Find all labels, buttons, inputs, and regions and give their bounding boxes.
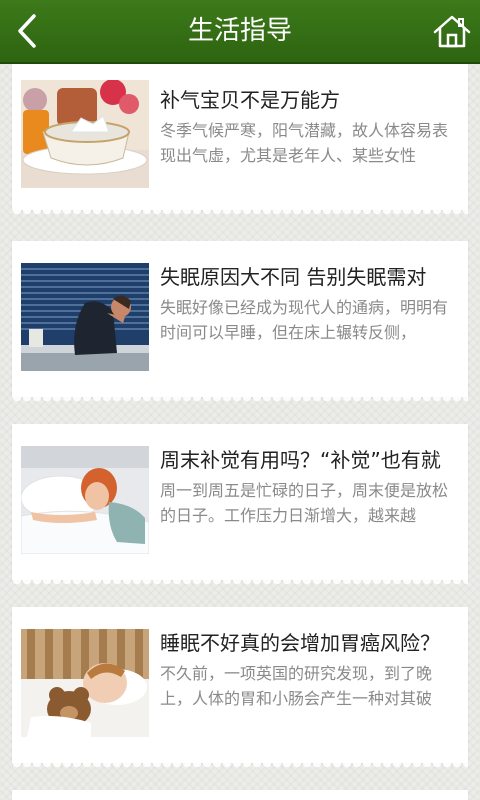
article-thumbnail [21, 629, 149, 737]
article-title: 睡眠不好真的会增加胃癌风险？ [160, 631, 440, 655]
article-thumbnail [21, 263, 149, 371]
article-title: 周末补觉有用吗？“补觉”也有就 [160, 448, 441, 472]
article-list[interactable]: 补气宝贝不是万能方 冬季气候严寒，阳气潜藏，故人体容易表现出气虚，尤其是老年人、… [0, 64, 480, 800]
excerpt-fade [160, 522, 462, 540]
article-thumbnail [21, 446, 149, 554]
article-card[interactable]: 补气宝贝不是万能方 冬季气候严寒，阳气潜藏，故人体容易表现出气虚，尤其是老年人、… [12, 64, 468, 218]
article-card[interactable]: 周末补觉有用吗？“补觉”也有就 周一到周五是忙碌的日子，周末便是放松的日子。工作… [12, 424, 468, 588]
home-button[interactable] [432, 12, 472, 52]
excerpt-fade [160, 162, 462, 180]
article-card[interactable] [12, 790, 468, 800]
excerpt-fade [160, 339, 462, 357]
article-thumbnail [21, 80, 149, 188]
excerpt-fade [160, 705, 462, 723]
page-title: 生活指导 [187, 16, 292, 46]
article-title: 失眠原因大不同 告别失眠需对 [160, 265, 427, 289]
app-header: 生活指导 [0, 0, 480, 64]
article-card[interactable]: 失眠原因大不同 告别失眠需对 失眠好像已经成为现代人的通病，明明有时间可以早睡，… [12, 241, 468, 405]
article-title: 补气宝贝不是万能方 [160, 88, 340, 112]
home-icon [433, 15, 471, 48]
article-card[interactable]: 睡眠不好真的会增加胃癌风险？ 不久前，一项英国的研究发现，到了晚上，人体的胃和小… [12, 607, 468, 771]
